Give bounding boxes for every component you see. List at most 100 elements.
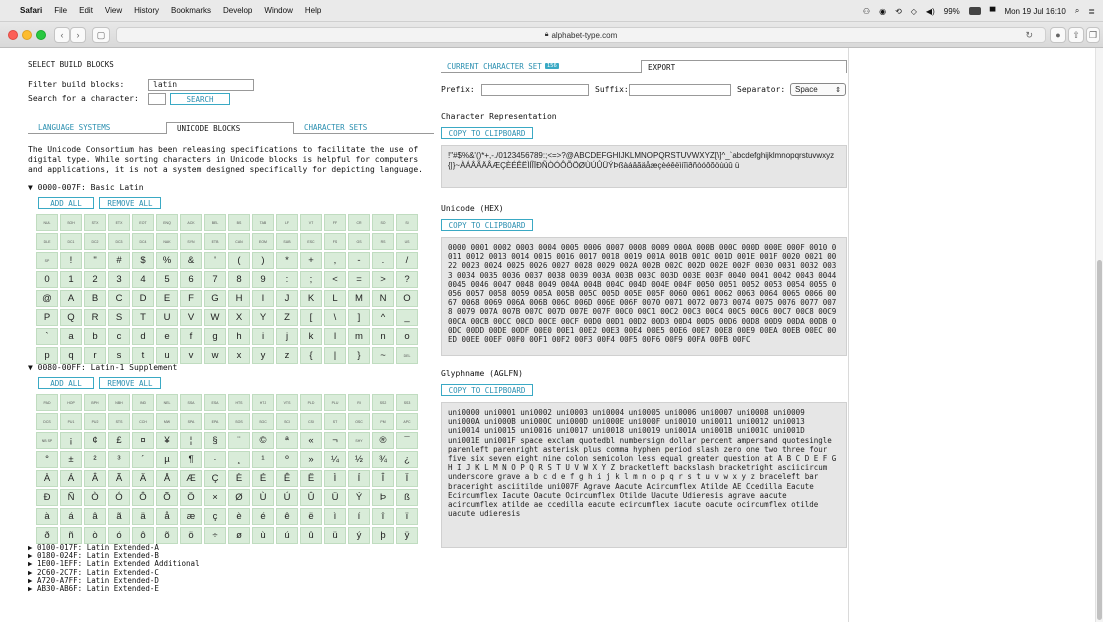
char-cell[interactable]: Ü bbox=[324, 489, 346, 506]
char-cell[interactable]: ¸ bbox=[228, 451, 250, 468]
char-cell[interactable]: SHY bbox=[348, 432, 370, 449]
char-cell[interactable]: SO bbox=[372, 214, 394, 231]
char-cell[interactable]: M bbox=[348, 290, 370, 307]
char-cell[interactable]: ' bbox=[204, 252, 226, 269]
char-cell[interactable]: g bbox=[204, 328, 226, 345]
char-cell[interactable]: / bbox=[396, 252, 418, 269]
char-cell[interactable]: á bbox=[60, 508, 82, 525]
char-cell[interactable]: ÷ bbox=[204, 527, 226, 544]
char-cell[interactable]: È bbox=[228, 470, 250, 487]
char-cell[interactable]: LF bbox=[276, 214, 298, 231]
char-cell[interactable]: Þ bbox=[372, 489, 394, 506]
char-cell[interactable]: PLD bbox=[300, 394, 322, 411]
char-cell[interactable]: s bbox=[108, 347, 130, 364]
char-cell[interactable]: ¡ bbox=[60, 432, 82, 449]
char-cell[interactable]: @ bbox=[36, 290, 58, 307]
char-cell[interactable]: + bbox=[300, 252, 322, 269]
char-cell[interactable]: : bbox=[276, 271, 298, 288]
char-cell[interactable]: DLE bbox=[36, 233, 58, 250]
char-cell[interactable]: ê bbox=[276, 508, 298, 525]
char-cell[interactable]: î bbox=[372, 508, 394, 525]
char-cell[interactable]: DEL bbox=[396, 347, 418, 364]
char-cell[interactable]: APC bbox=[396, 413, 418, 430]
filter-input[interactable]: latin bbox=[148, 79, 254, 91]
char-cell[interactable]: Ù bbox=[252, 489, 274, 506]
remove-all-basic-latin-button[interactable]: REMOVE ALL bbox=[99, 197, 161, 209]
char-cell[interactable]: RS bbox=[372, 233, 394, 250]
tabs-overview-icon[interactable]: ❐ bbox=[1086, 27, 1100, 43]
copy-char-rep-button[interactable]: COPY TO CLIPBOARD bbox=[441, 127, 533, 139]
menu-item-develop[interactable]: Develop bbox=[223, 6, 252, 15]
char-cell[interactable]: æ bbox=[180, 508, 202, 525]
char-cell[interactable]: ¦ bbox=[180, 432, 202, 449]
char-cell[interactable]: ð bbox=[36, 527, 58, 544]
char-cell[interactable]: % bbox=[156, 252, 178, 269]
char-cell[interactable]: ² bbox=[84, 451, 106, 468]
char-cell[interactable]: 0 bbox=[36, 271, 58, 288]
flag-icon[interactable]: ▀ bbox=[990, 7, 996, 16]
char-cell[interactable]: l bbox=[324, 328, 346, 345]
char-cell[interactable]: Ì bbox=[324, 470, 346, 487]
char-cell[interactable]: " bbox=[84, 252, 106, 269]
char-cell[interactable]: P bbox=[36, 309, 58, 326]
char-cell[interactable]: X bbox=[228, 309, 250, 326]
glyphname-output[interactable]: uni0000 uni0001 uni0002 uni0003 uni0004 … bbox=[441, 402, 847, 548]
char-cell[interactable]: - bbox=[348, 252, 370, 269]
char-cell[interactable]: d bbox=[132, 328, 154, 345]
char-cell[interactable]: NAK bbox=[156, 233, 178, 250]
char-cell[interactable]: ENQ bbox=[156, 214, 178, 231]
char-cell[interactable]: u bbox=[156, 347, 178, 364]
char-cell[interactable]: ° bbox=[36, 451, 58, 468]
char-cell[interactable]: SOH bbox=[60, 214, 82, 231]
forward-button[interactable]: › bbox=[70, 27, 86, 43]
char-cell[interactable]: PU2 bbox=[84, 413, 106, 430]
char-cell[interactable]: ( bbox=[228, 252, 250, 269]
char-cell[interactable]: ] bbox=[348, 309, 370, 326]
spotlight-icon[interactable]: ⌕ bbox=[1075, 6, 1079, 16]
char-cell[interactable]: ¢ bbox=[84, 432, 106, 449]
char-cell[interactable]: ´ bbox=[132, 451, 154, 468]
char-cell[interactable]: o bbox=[396, 328, 418, 345]
char-cell[interactable]: [ bbox=[300, 309, 322, 326]
char-cell[interactable]: FS bbox=[324, 233, 346, 250]
char-cell[interactable]: 8 bbox=[228, 271, 250, 288]
menu-item-window[interactable]: Window bbox=[264, 6, 292, 15]
char-cell[interactable]: ÿ bbox=[396, 527, 418, 544]
char-cell[interactable]: NUL bbox=[36, 214, 58, 231]
char-cell[interactable]: 5 bbox=[156, 271, 178, 288]
minimize-window-icon[interactable] bbox=[22, 30, 32, 40]
char-cell[interactable]: ¥ bbox=[156, 432, 178, 449]
char-cell[interactable]: BPH bbox=[84, 394, 106, 411]
char-cell[interactable]: NBH bbox=[108, 394, 130, 411]
char-cell[interactable]: c bbox=[108, 328, 130, 345]
char-cell[interactable]: CSI bbox=[300, 413, 322, 430]
char-cell[interactable]: PM bbox=[372, 413, 394, 430]
char-cell[interactable]: * bbox=[276, 252, 298, 269]
char-cell[interactable]: ¨ bbox=[228, 432, 250, 449]
char-cell[interactable]: ¹ bbox=[252, 451, 274, 468]
char-cell[interactable]: IND bbox=[132, 394, 154, 411]
char-cell[interactable]: É bbox=[252, 470, 274, 487]
reload-icon[interactable]: ↻ bbox=[1025, 30, 1033, 41]
char-cell[interactable]: VTS bbox=[276, 394, 298, 411]
char-cell[interactable]: f bbox=[180, 328, 202, 345]
char-cell[interactable]: _ bbox=[396, 309, 418, 326]
char-cell[interactable]: r bbox=[84, 347, 106, 364]
menu-app-name[interactable]: Safari bbox=[20, 6, 42, 15]
battery-icon[interactable] bbox=[968, 7, 981, 15]
char-cell[interactable]: K bbox=[300, 290, 322, 307]
char-cell[interactable]: « bbox=[300, 432, 322, 449]
char-cell[interactable]: û bbox=[300, 527, 322, 544]
tab-unicode-blocks[interactable]: UNICODE BLOCKS bbox=[166, 122, 294, 134]
char-cell[interactable]: PLU bbox=[324, 394, 346, 411]
char-cell[interactable]: Î bbox=[372, 470, 394, 487]
char-cell[interactable]: HTJ bbox=[252, 394, 274, 411]
char-cell[interactable]: US bbox=[396, 233, 418, 250]
char-cell[interactable]: . bbox=[372, 252, 394, 269]
char-cell[interactable]: SP bbox=[36, 252, 58, 269]
separator-select[interactable]: Space ⇕ bbox=[790, 83, 846, 96]
char-cell[interactable]: Ñ bbox=[60, 489, 82, 506]
volume-icon[interactable]: ◀) bbox=[926, 7, 935, 16]
char-cell[interactable]: Q bbox=[60, 309, 82, 326]
clock[interactable]: Mon 19 Jul 16:10 bbox=[1004, 7, 1065, 16]
